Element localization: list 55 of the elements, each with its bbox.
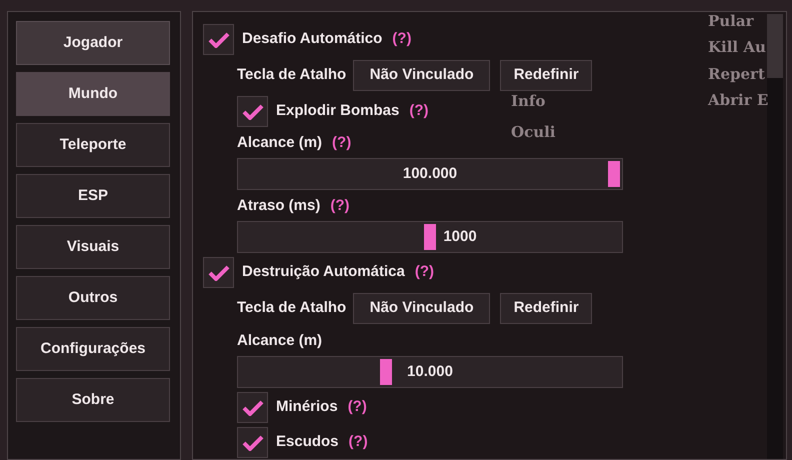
checkbox[interactable]	[203, 257, 234, 288]
slider-label: Atraso (ms)	[237, 196, 320, 216]
option-label: Destruição Automática	[242, 262, 405, 282]
slider-track[interactable]: 10.000	[237, 356, 623, 388]
help-marker[interactable]: (?)	[392, 28, 412, 51]
reset-button[interactable]: Redefinir	[500, 60, 592, 91]
slider-track[interactable]: 100.000	[237, 158, 623, 190]
slider-track[interactable]: 1000	[237, 221, 623, 253]
background-text: Oculi	[511, 122, 556, 143]
scrollbar-thumb[interactable]	[767, 14, 783, 78]
sidebar-tab[interactable]: Visuais	[16, 225, 170, 269]
sidebar-tab[interactable]: ESP	[16, 174, 170, 218]
sidebar-tab[interactable]: Sobre	[16, 378, 170, 422]
background-text: Info	[511, 91, 546, 112]
checkbox[interactable]	[203, 24, 234, 55]
help-marker[interactable]: (?)	[348, 431, 368, 454]
checkmark-icon	[208, 264, 230, 280]
help-marker[interactable]: (?)	[409, 100, 429, 123]
help-marker[interactable]: (?)	[348, 396, 367, 419]
option-label: Escudos	[276, 432, 339, 452]
slider-value: 100.000	[402, 164, 458, 184]
checkmark-icon	[208, 32, 230, 48]
checkmark-icon	[242, 104, 264, 120]
checkmark-icon	[242, 434, 264, 450]
checkbox[interactable]	[237, 427, 268, 458]
hotkey-button[interactable]: Não Vinculado	[353, 293, 490, 324]
hotkey-label: Tecla de Atalho	[237, 298, 346, 318]
background-text: Kill Au	[708, 37, 766, 58]
slider-label: Alcance (m)	[237, 133, 322, 154]
help-marker[interactable]: (?)	[414, 261, 434, 284]
hotkey-label: Tecla de Atalho	[237, 65, 346, 86]
help-marker[interactable]: (?)	[332, 132, 352, 155]
checkbox[interactable]	[237, 392, 268, 423]
checkbox[interactable]	[237, 96, 268, 127]
help-marker[interactable]: (?)	[330, 195, 350, 218]
slider-value: 1000	[443, 226, 477, 247]
slider-thumb[interactable]	[608, 161, 620, 187]
option-label: Desafio Automático	[242, 29, 382, 50]
hotkey-button[interactable]: Não Vinculado	[353, 60, 490, 91]
slider-thumb[interactable]	[424, 224, 436, 250]
slider-label: Alcance (m)	[237, 331, 322, 352]
sidebar-tab[interactable]: Outros	[16, 276, 170, 320]
background-text: Repert	[708, 64, 765, 85]
slider-thumb[interactable]	[380, 359, 392, 385]
background-text: Pular	[708, 11, 754, 32]
background-text: Abrir E	[708, 90, 768, 111]
reset-button[interactable]: Redefinir	[500, 293, 592, 324]
sidebar-tab[interactable]: Jogador	[16, 21, 170, 65]
option-label: Explodir Bombas	[276, 101, 400, 122]
sidebar-tab[interactable]: Teleporte	[16, 123, 170, 167]
slider-value: 10.000	[407, 362, 453, 382]
checkmark-icon	[242, 400, 264, 416]
sidebar-tab[interactable]: Configurações	[16, 327, 170, 371]
sidebar-tab[interactable]: Mundo	[16, 72, 170, 116]
option-label: Minérios	[276, 397, 338, 418]
